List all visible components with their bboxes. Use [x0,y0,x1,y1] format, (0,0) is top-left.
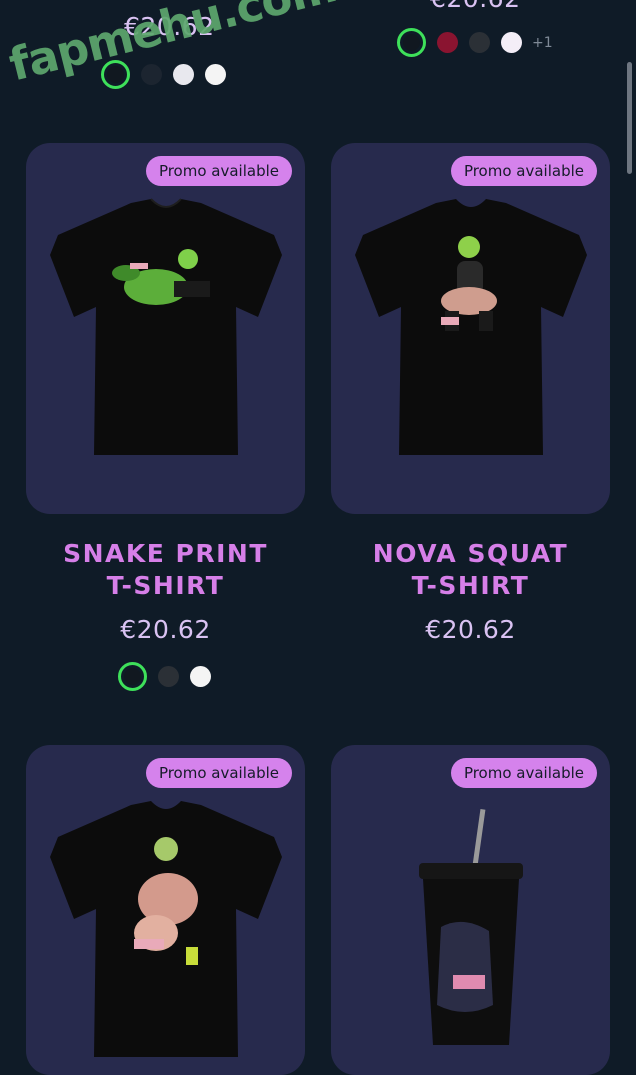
tumbler-image [419,809,523,1045]
tshirt-image [355,199,587,455]
product-card-nova-squat[interactable]: Promo available [331,143,610,514]
color-swatches [118,662,211,691]
more-colors-count: +1 [532,34,553,51]
color-swatches-top-right: +1 [397,28,553,57]
swatch-black-selected[interactable] [118,662,147,691]
swatch-dark-grey[interactable] [158,666,179,687]
promo-badge: Promo available [145,758,292,788]
swatch-white[interactable] [205,64,226,85]
product-card-snake-print[interactable]: Promo available [26,143,305,514]
product-title-line: SNAKE PRINT [63,539,268,568]
tshirt-image [50,801,282,1057]
promo-badge: Promo available [145,156,292,186]
product-title-line: T-SHIRT [411,571,530,600]
product-card-tumbler[interactable]: Promo available [331,745,610,1075]
swatch-black-selected[interactable] [397,28,426,57]
product-price: €20.62 [425,615,516,644]
promo-badge: Promo available [450,758,597,788]
swatch-white[interactable] [501,32,522,53]
product-card-tshirt[interactable]: Promo available [26,745,305,1075]
product-title-line: NOVA SQUAT [372,539,569,568]
product-title[interactable]: SNAKE PRINT T-SHIRT [26,538,305,602]
promo-badge: Promo available [450,156,597,186]
swatch-white[interactable] [190,666,211,687]
product-price-top-right: €20.62 [430,0,520,13]
product-price: €20.62 [120,615,211,644]
swatch-dark-grey[interactable] [469,32,490,53]
product-title[interactable]: NOVA SQUAT T-SHIRT [331,538,610,602]
swatch-burgundy[interactable] [437,32,458,53]
swatch-dark[interactable] [141,64,162,85]
product-title-line: T-SHIRT [106,571,225,600]
scrollbar[interactable] [627,62,632,174]
swatch-white[interactable] [173,64,194,85]
tshirt-image [50,198,282,455]
